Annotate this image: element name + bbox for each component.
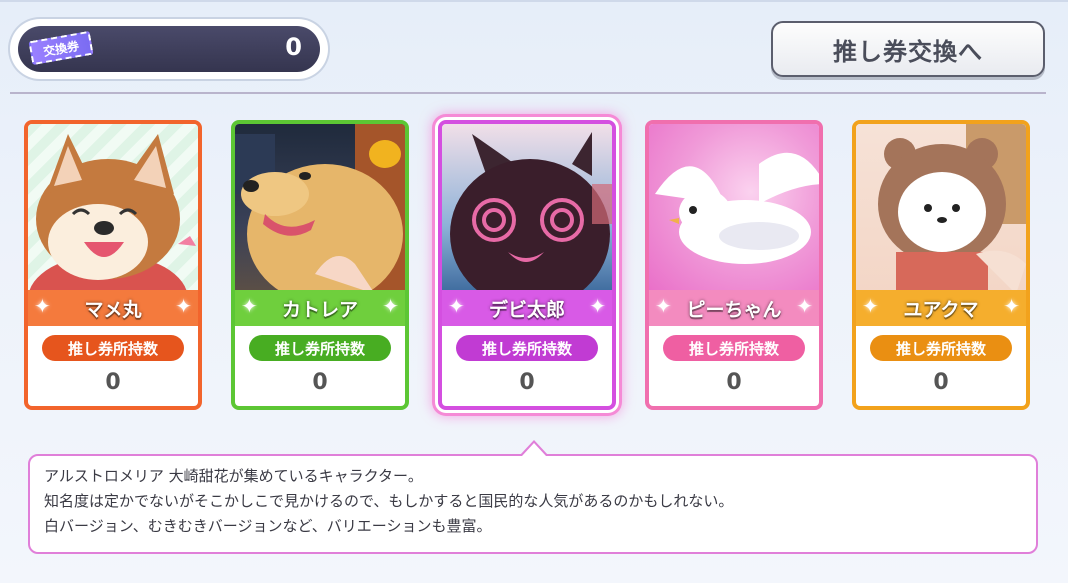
ticket-count: 0 bbox=[285, 33, 302, 61]
character-description: アルストロメリア 大崎甜花が集めているキャラクター。 知名度は定かでないがそこか… bbox=[28, 454, 1038, 554]
card-name-band: デビ太郎 bbox=[442, 290, 612, 326]
oshi-ticket-count: 0 bbox=[519, 370, 535, 395]
card-name-band: ピーちゃん bbox=[649, 290, 819, 326]
sparkle-icon: ✦ bbox=[862, 294, 879, 318]
sparkle-icon: ✦ bbox=[175, 294, 192, 318]
character-card-piichan[interactable]: ピーちゃん ✦ ✦ 推し券所持数 0 bbox=[645, 120, 823, 410]
description-line: アルストロメリア 大崎甜花が集めているキャラクター。 bbox=[44, 467, 423, 485]
ticket-counter: 交換券 0 bbox=[10, 19, 328, 79]
card-name: カトレア bbox=[281, 298, 358, 321]
description-line: 知名度は定かでないがそこかしこで見かけるので、もしかすると国民的な人気があるのか… bbox=[44, 492, 734, 510]
mamemaru-art bbox=[28, 124, 198, 344]
sparkle-icon: ✦ bbox=[448, 294, 465, 318]
debitaro-art bbox=[442, 124, 612, 309]
oshi-ticket-count-label: 推し券所持数 bbox=[42, 335, 184, 361]
card-name: マメ丸 bbox=[84, 298, 142, 321]
sparkle-icon: ✦ bbox=[241, 294, 258, 318]
card-name: デビ太郎 bbox=[488, 298, 565, 321]
card-name-band: ユアクマ bbox=[856, 290, 1026, 326]
oshi-ticket-count: 0 bbox=[933, 370, 949, 395]
character-card-yuakuma[interactable]: ユアクマ ✦ ✦ 推し券所持数 0 bbox=[852, 120, 1030, 410]
bubble-pointer-inner bbox=[522, 443, 546, 456]
oshi-ticket-count-label: 推し券所持数 bbox=[870, 335, 1012, 361]
divider bbox=[10, 92, 1046, 94]
sparkle-icon: ✦ bbox=[1003, 294, 1020, 318]
card-name: ユアクマ bbox=[903, 298, 979, 321]
yuakuma-art bbox=[856, 124, 1026, 294]
ticket-icon: 交換券 bbox=[28, 30, 94, 66]
card-name-band: カトレア bbox=[235, 290, 405, 326]
oshi-ticket-count: 0 bbox=[105, 370, 121, 395]
oshi-ticket-count-label: 推し券所持数 bbox=[663, 335, 805, 361]
oshi-ticket-count-label: 推し券所持数 bbox=[249, 335, 391, 361]
card-name-band: マメ丸 bbox=[28, 290, 198, 326]
oshi-ticket-count-label: 推し券所持数 bbox=[456, 335, 598, 361]
ticket-counter-bar: 交換券 0 bbox=[18, 26, 320, 72]
oshi-ticket-exchange-button[interactable]: 推し券交換へ bbox=[771, 21, 1045, 77]
piichan-art bbox=[649, 124, 819, 294]
sparkle-icon: ✦ bbox=[655, 294, 672, 318]
sparkle-icon: ✦ bbox=[589, 294, 606, 318]
description-line: 白バージョン、むきむきバージョンなど、バリエーションも豊富。 bbox=[44, 517, 492, 535]
character-card-katorea[interactable]: カトレア ✦ ✦ 推し券所持数 0 bbox=[231, 120, 409, 410]
exchange-panel: 交換券 0 推し券交換へ マメ丸 ✦ ✦ 推し券所持数 0 カトレア ✦ ✦ 推… bbox=[0, 0, 1068, 583]
oshi-ticket-count: 0 bbox=[726, 370, 742, 395]
sparkle-icon: ✦ bbox=[382, 294, 399, 318]
oshi-ticket-count: 0 bbox=[312, 370, 328, 395]
katorea-art bbox=[235, 124, 405, 304]
sparkle-icon: ✦ bbox=[34, 294, 51, 318]
character-card-mamemaru[interactable]: マメ丸 ✦ ✦ 推し券所持数 0 bbox=[24, 120, 202, 410]
sparkle-icon: ✦ bbox=[796, 294, 813, 318]
card-name: ピーちゃん bbox=[686, 298, 782, 321]
character-card-debitaro[interactable]: デビ太郎 ✦ ✦ 推し券所持数 0 bbox=[438, 120, 616, 410]
